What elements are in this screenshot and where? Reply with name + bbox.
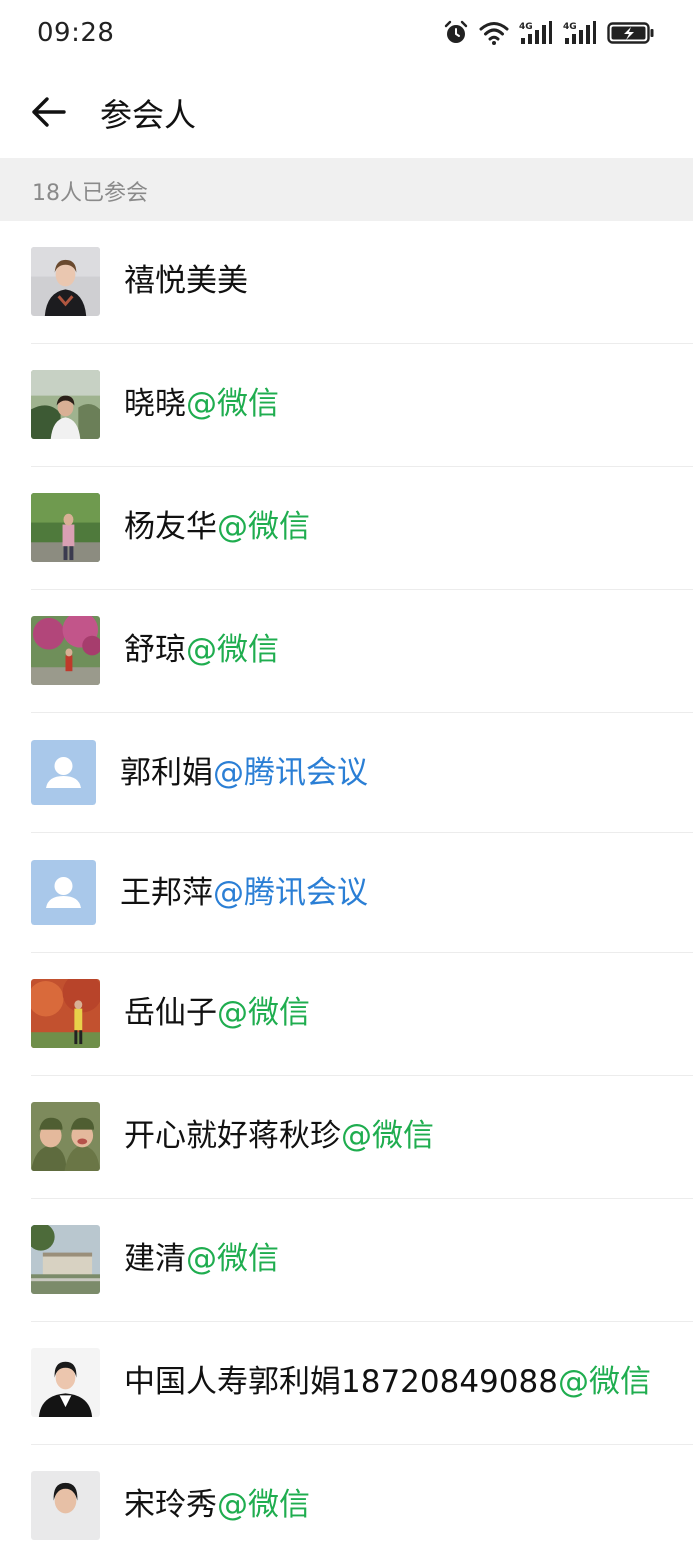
avatar bbox=[31, 1471, 100, 1540]
participant-nickname: 晓晓 bbox=[124, 386, 186, 422]
back-button[interactable] bbox=[24, 88, 72, 136]
list-item[interactable]: 宋玲秀@微信 bbox=[0, 1445, 693, 1568]
participant-source: @微信 bbox=[186, 632, 279, 668]
list-item[interactable]: 杨友华@微信 bbox=[0, 467, 693, 590]
signal-4g-icon: 4G bbox=[563, 21, 596, 44]
participant-name: 郭利娟@腾讯会议 bbox=[120, 751, 368, 795]
participant-source: @微信 bbox=[341, 1118, 434, 1154]
svg-text:4G: 4G bbox=[563, 22, 577, 32]
list-item[interactable]: 郭利娟@腾讯会议 bbox=[0, 713, 693, 833]
default-user-icon bbox=[31, 860, 96, 925]
participant-name: 中国人寿郭利娟18720849088@微信 bbox=[124, 1360, 651, 1404]
participant-name: 杨友华@微信 bbox=[124, 505, 310, 549]
participant-nickname: 岳仙子 bbox=[124, 995, 217, 1031]
wifi-icon bbox=[479, 22, 509, 45]
participant-list: 禧悦美美 晓晓@微信 杨友华@微信 舒琼@微信 郭利娟@腾讯会议 王邦萍@腾讯会… bbox=[0, 221, 693, 1568]
page-title: 参会人 bbox=[100, 96, 197, 134]
participant-name: 开心就好蒋秋珍@微信 bbox=[124, 1114, 434, 1158]
list-item[interactable]: 禧悦美美 bbox=[0, 221, 693, 344]
status-bar: 09:28 4G 4G bbox=[0, 0, 693, 68]
list-item[interactable]: 岳仙子@微信 bbox=[0, 953, 693, 1076]
participant-nickname: 王邦萍 bbox=[120, 875, 213, 911]
participant-name: 建清@微信 bbox=[124, 1237, 279, 1281]
list-item[interactable]: 王邦萍@腾讯会议 bbox=[0, 833, 693, 953]
signal-4g-icon: 4G bbox=[519, 21, 552, 44]
participant-nickname: 郭利娟 bbox=[120, 755, 213, 791]
participant-source: @微信 bbox=[186, 386, 279, 422]
participant-nickname: 开心就好蒋秋珍 bbox=[124, 1118, 341, 1154]
participant-nickname: 舒琼 bbox=[124, 632, 186, 668]
list-item[interactable]: 舒琼@微信 bbox=[0, 590, 693, 713]
avatar bbox=[31, 1102, 100, 1171]
participant-name: 王邦萍@腾讯会议 bbox=[120, 871, 368, 915]
list-item[interactable]: 中国人寿郭利娟18720849088@微信 bbox=[0, 1322, 693, 1445]
participant-name: 晓晓@微信 bbox=[124, 382, 279, 426]
participant-nickname: 杨友华 bbox=[124, 509, 217, 545]
participant-source: @微信 bbox=[557, 1364, 651, 1400]
avatar bbox=[31, 616, 100, 685]
participant-nickname: 建清 bbox=[124, 1241, 186, 1277]
avatar bbox=[31, 1348, 100, 1417]
participant-source: @微信 bbox=[217, 509, 310, 545]
participant-source: @微信 bbox=[217, 995, 310, 1031]
participant-nickname: 禧悦美美 bbox=[124, 263, 248, 299]
participant-nickname: 中国人寿郭利娟18720849088 bbox=[124, 1364, 558, 1400]
list-item[interactable]: 建清@微信 bbox=[0, 1199, 693, 1322]
avatar bbox=[31, 493, 100, 562]
participant-count-header: 18人已参会 bbox=[0, 158, 693, 221]
participant-name: 岳仙子@微信 bbox=[124, 991, 310, 1035]
status-icons: 4G 4G bbox=[443, 18, 655, 48]
participant-source: @微信 bbox=[217, 1487, 310, 1523]
battery-charging-icon bbox=[607, 22, 654, 44]
alarm-icon bbox=[444, 20, 468, 43]
participant-count-label: 18人已参会 bbox=[32, 181, 148, 206]
list-item[interactable]: 晓晓@微信 bbox=[0, 344, 693, 467]
avatar bbox=[31, 979, 100, 1048]
avatar bbox=[31, 370, 100, 439]
participant-source: @腾讯会议 bbox=[213, 875, 368, 911]
avatar bbox=[31, 247, 100, 316]
svg-text:4G: 4G bbox=[519, 22, 533, 32]
status-time: 09:28 bbox=[37, 18, 115, 48]
participant-source: @腾讯会议 bbox=[213, 755, 368, 791]
list-item[interactable]: 开心就好蒋秋珍@微信 bbox=[0, 1076, 693, 1199]
participant-nickname: 宋玲秀 bbox=[124, 1487, 217, 1523]
default-user-icon bbox=[31, 740, 96, 805]
top-nav: 参会人 bbox=[0, 68, 693, 158]
participant-name: 禧悦美美 bbox=[124, 259, 248, 303]
participant-source: @微信 bbox=[186, 1241, 279, 1277]
avatar bbox=[31, 1225, 100, 1294]
participant-name: 舒琼@微信 bbox=[124, 628, 279, 672]
participant-name: 宋玲秀@微信 bbox=[124, 1483, 310, 1527]
arrow-left-icon bbox=[32, 97, 66, 127]
